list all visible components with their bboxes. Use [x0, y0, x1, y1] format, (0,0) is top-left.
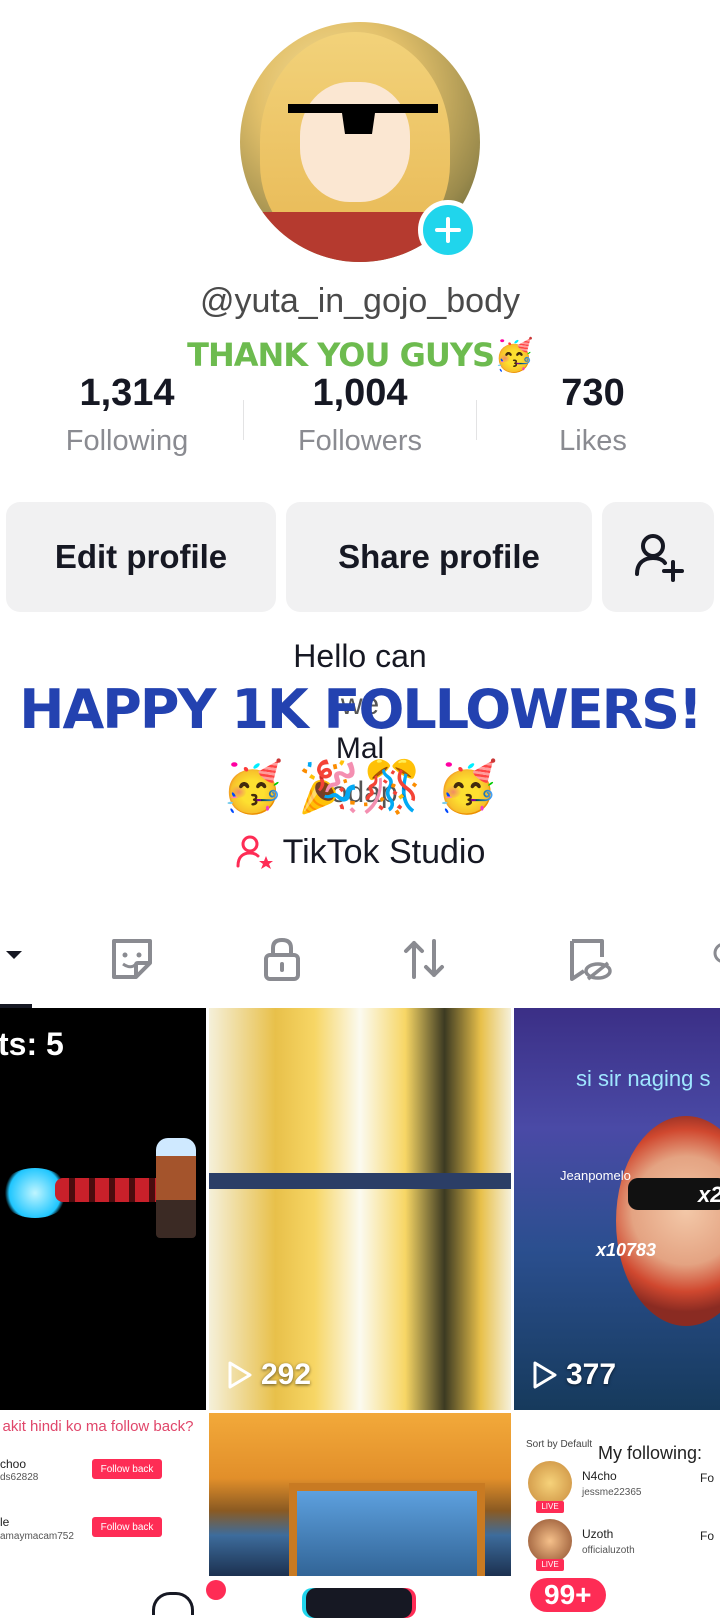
video-thumbnail[interactable]: My following: Sort by Default LIVE N4cho… [514, 1413, 720, 1576]
thumbnail-caption: ts: 5 [0, 1026, 64, 1062]
tab-reposts[interactable] [398, 933, 450, 990]
thumbnail-stripe [209, 1173, 511, 1189]
follow-button: Fo [700, 1471, 715, 1485]
profile-username: @yuta_in_gojo_body [200, 282, 520, 320]
video-thumbnail[interactable] [209, 1413, 511, 1576]
studio-icon [236, 835, 273, 869]
caret-down-icon [6, 951, 22, 959]
heart-icon [713, 943, 720, 963]
likes-label: Likes [559, 425, 627, 457]
following-count: 1,314 [79, 372, 175, 414]
following-name: N4cho [582, 1469, 617, 1483]
view-count-value: 292 [261, 1358, 312, 1391]
follow-back-button: Follow back [92, 1459, 162, 1479]
avatar [528, 1519, 572, 1563]
gift-count: x10783 [596, 1240, 657, 1260]
video-thumbnail[interactable]: akit hindi ko ma follow back? choo ds628… [0, 1413, 206, 1576]
view-count-value: 377 [566, 1358, 617, 1391]
view-count: 292 [227, 1358, 311, 1392]
plus-icon [435, 217, 461, 243]
thumbnail-caption: My following: [598, 1443, 703, 1463]
tab-liked[interactable] [708, 943, 720, 988]
commenter-name: Jeanpomelo [560, 1168, 631, 1183]
profile-banner: THANK YOU GUYS🥳 [187, 336, 534, 374]
share-profile-button[interactable]: Share profile [286, 502, 592, 612]
stat-divider [476, 400, 477, 440]
following-id: officialuzoth [582, 1545, 635, 1556]
notification-dot [206, 1580, 226, 1600]
video-thumbnail[interactable]: ts: 5 [0, 1008, 206, 1410]
followers-label: Followers [297, 425, 423, 457]
streamer-face [616, 1116, 720, 1326]
add-friend-icon [635, 534, 684, 582]
repost-icon [404, 939, 444, 979]
sort-label: Sort by Default [526, 1439, 593, 1450]
tab-stickers[interactable] [106, 933, 158, 990]
add-friends-button[interactable] [602, 502, 714, 612]
add-avatar-button[interactable] [418, 200, 478, 260]
stat-followers[interactable]: 1,004 Followers [245, 372, 475, 458]
thumbnail-window [289, 1483, 485, 1576]
bio-text-line1: Hello can [293, 638, 427, 674]
studio-label: TikTok Studio [282, 832, 486, 871]
tab-private[interactable] [256, 933, 308, 990]
profile-tab-bar [0, 925, 720, 1005]
following-name: Uzoth [582, 1527, 614, 1541]
play-icon [533, 1361, 557, 1389]
lock-icon [264, 937, 300, 981]
tiktok-studio-link[interactable]: TikTok Studio [0, 832, 720, 872]
following-id: jessme22365 [582, 1487, 642, 1498]
live-badge: LIVE [536, 1501, 564, 1513]
avatar-face [300, 82, 410, 202]
follower-name: le [0, 1515, 10, 1529]
edit-profile-button[interactable]: Edit profile [6, 502, 276, 612]
video-thumbnail[interactable]: 292 [209, 1008, 511, 1410]
sticker-icon [112, 939, 152, 979]
follower-id: ds62828 [0, 1472, 39, 1483]
stat-likes[interactable]: 730 Likes [478, 372, 708, 458]
tab-hidden-favorites[interactable] [562, 933, 614, 990]
live-comment-text: si sir naging s [576, 1066, 711, 1091]
inbox-badge[interactable]: 99+ [530, 1578, 606, 1612]
followers-count: 1,004 [312, 372, 408, 414]
live-badge: LIVE [536, 1559, 564, 1571]
stat-following[interactable]: 1,314 Following [12, 372, 242, 458]
bottom-navigation: 99+ [0, 1576, 720, 1618]
bio-emojis: 🥳 🎉🎊 🥳 [221, 759, 499, 815]
follow-button: Fo [700, 1529, 715, 1543]
avatar [528, 1461, 572, 1505]
follower-name: choo [0, 1457, 27, 1471]
likes-count: 730 [561, 372, 625, 414]
follower-id: amaymacam752 [0, 1531, 74, 1542]
goku-figure [156, 1138, 196, 1238]
follow-back-button: Follow back [92, 1517, 162, 1537]
energy-beam [55, 1178, 165, 1202]
stat-divider [243, 400, 244, 440]
thumbnail-caption: akit hindi ko ma follow back? [2, 1418, 194, 1435]
bookmark-hidden-icon [570, 939, 612, 981]
tab-videos[interactable] [4, 945, 24, 970]
gift-multiplier: x2 [698, 1182, 720, 1207]
following-label: Following [65, 425, 189, 457]
create-button[interactable] [306, 1588, 412, 1618]
play-icon [228, 1361, 252, 1389]
video-thumbnail[interactable]: si sir naging s Jeanpomelo x2 x10783 377 [514, 1008, 720, 1410]
view-count: 377 [532, 1358, 616, 1392]
